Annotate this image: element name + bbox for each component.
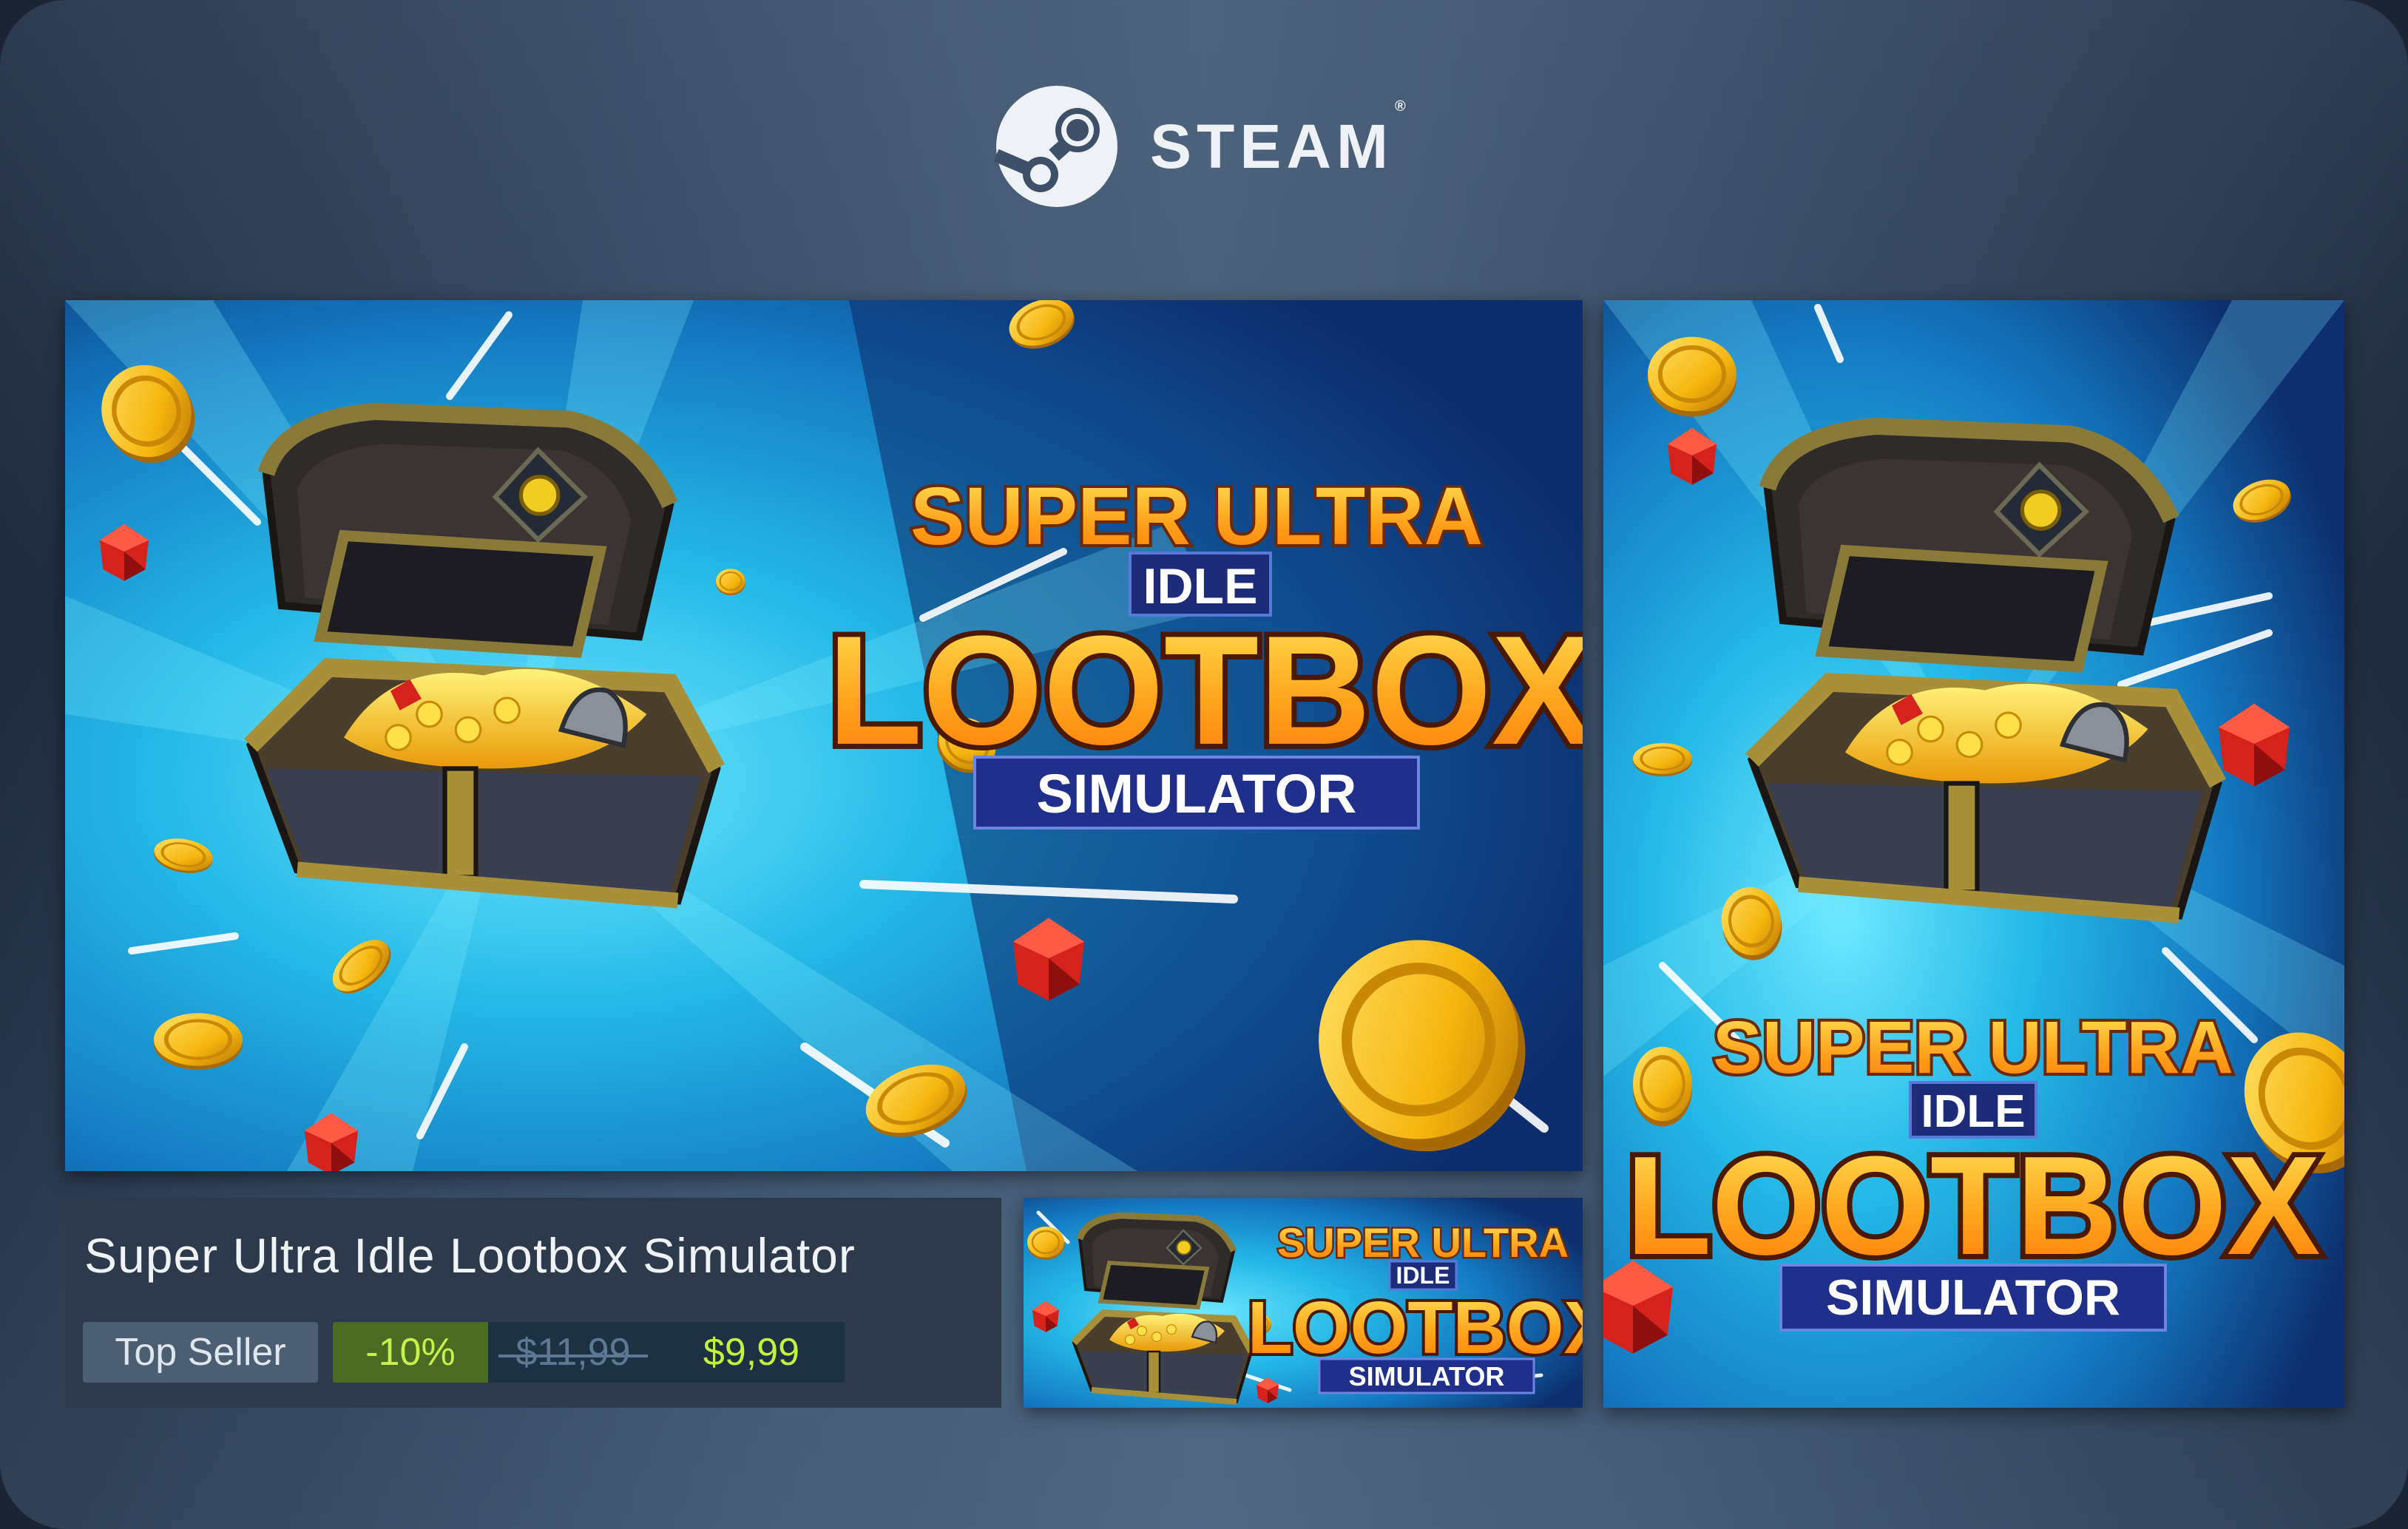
main-title-line1: SUPER ULTRA — [910, 471, 1483, 562]
small-title-line2: IDLE — [1396, 1262, 1450, 1289]
small-title-line3: LOOTBOX — [1248, 1286, 1583, 1369]
small-title-line1: SUPER ULTRA — [1277, 1219, 1569, 1266]
steam-showcase-frame: STEAM® SUPER ULTRA IDLE LOOTBOX SIMULATO… — [0, 0, 2408, 1529]
main-capsule-image[interactable]: SUPER ULTRA IDLE LOOTBOX SIMULATOR — [65, 300, 1583, 1171]
main-title-line4: SIMULATOR — [1036, 763, 1356, 824]
main-title-line3: LOOTBOX — [828, 603, 1583, 777]
steam-logo: STEAM® — [995, 83, 1406, 210]
small-title-line4: SIMULATOR — [1349, 1361, 1505, 1391]
small-capsule-image[interactable]: SUPER ULTRA IDLE LOOTBOX SIMULATOR — [1024, 1198, 1583, 1408]
original-price: $11,99 — [488, 1322, 658, 1383]
final-price: $9,99 — [703, 1331, 800, 1374]
discount-percent: -10% — [365, 1331, 456, 1374]
steam-wordmark: STEAM® — [1150, 99, 1406, 177]
registered-mark: ® — [1395, 98, 1406, 115]
game-title[interactable]: Super Ultra Idle Lootbox Simulator — [84, 1227, 856, 1284]
vertical-capsule-image[interactable]: SUPER ULTRA IDLE LOOTBOX SIMULATOR — [1603, 300, 2344, 1408]
vertical-title-line1: SUPER ULTRA — [1713, 1006, 2233, 1089]
vertical-title-line4: SIMULATOR — [1826, 1269, 2120, 1326]
store-item-card[interactable]: Super Ultra Idle Lootbox Simulator Top S… — [65, 1198, 1001, 1408]
discount-badge: -10% — [333, 1322, 488, 1383]
price-box[interactable]: -10% $11,99 $9,99 — [333, 1322, 845, 1383]
top-seller-tag: Top Seller — [83, 1322, 318, 1383]
brand-name: STEAM — [1150, 112, 1393, 181]
steam-logo-icon — [995, 86, 1117, 207]
vertical-title-line3: LOOTBOX — [1626, 1128, 2320, 1284]
